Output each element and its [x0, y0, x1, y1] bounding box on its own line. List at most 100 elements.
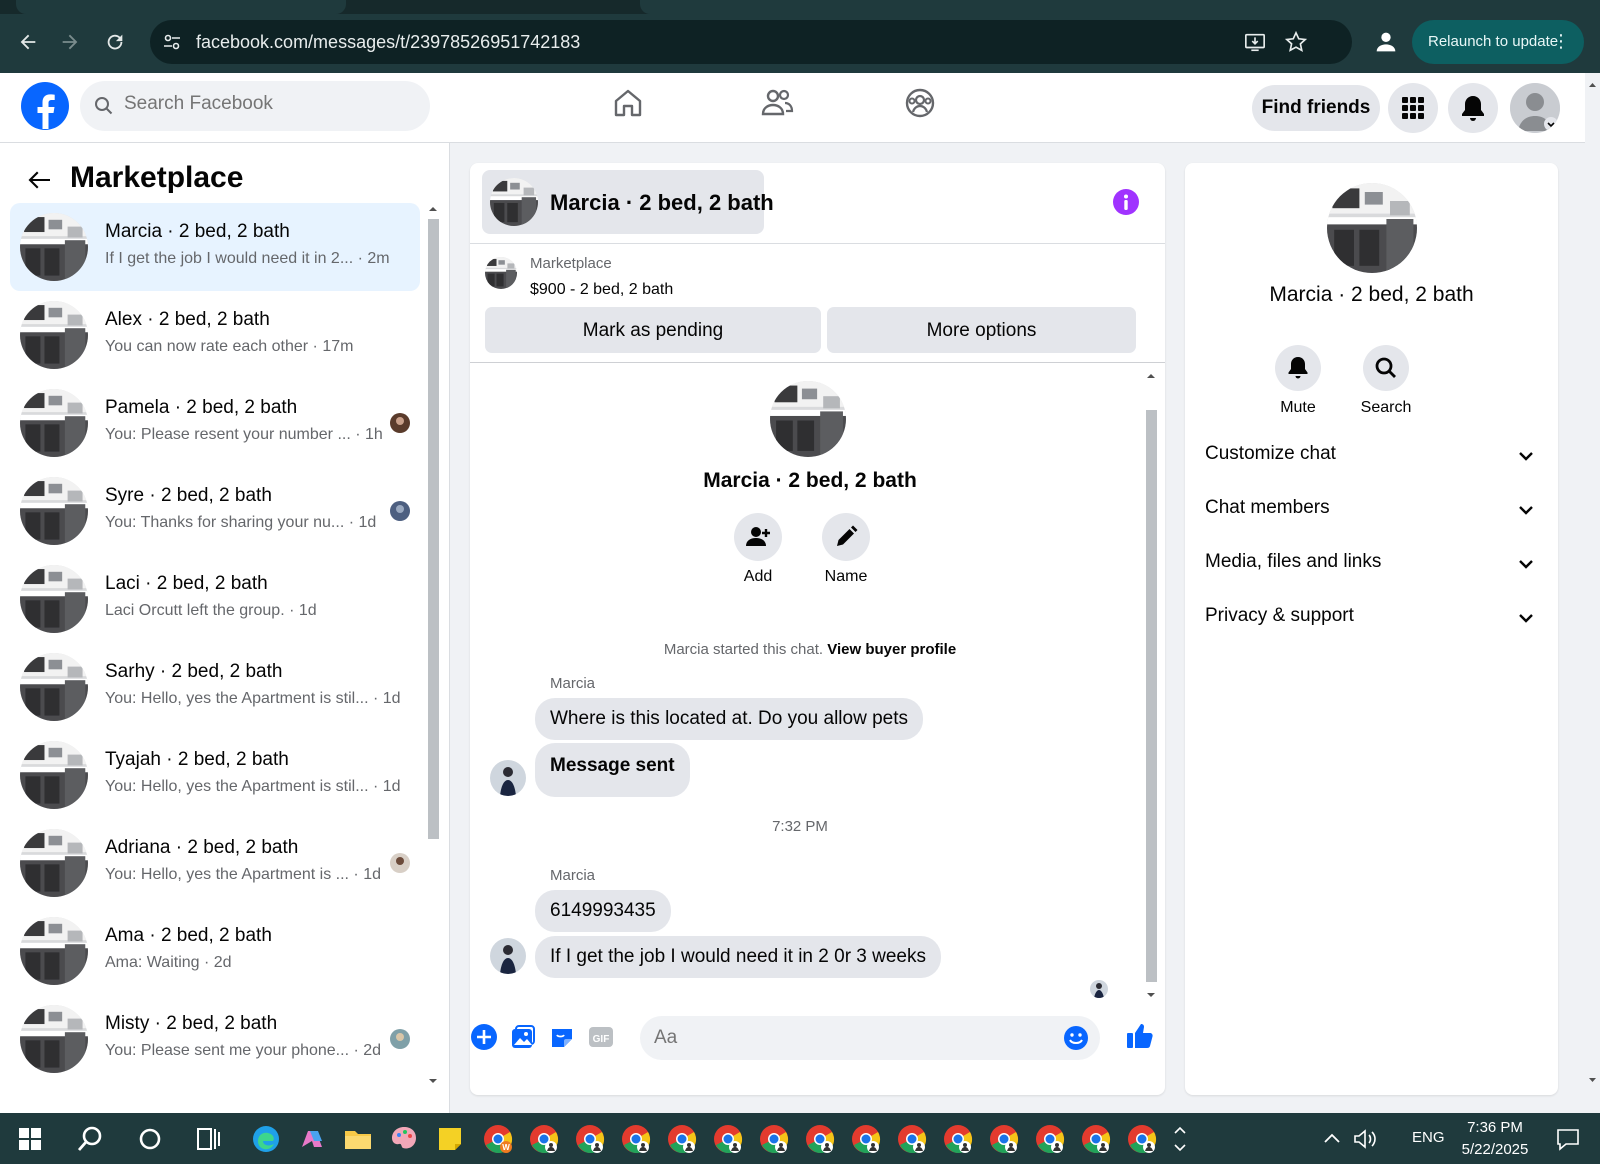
- facebook-logo-icon[interactable]: [20, 81, 70, 131]
- account-avatar[interactable]: [1510, 83, 1560, 133]
- address-bar[interactable]: facebook.com/messages/t/2397852695174218…: [150, 20, 1352, 64]
- conversation-item[interactable]: Adriana · 2 bed, 2 bath You: Hello, yes …: [10, 819, 420, 907]
- chrome-icon[interactable]: [896, 1123, 928, 1155]
- bookmark-star-icon[interactable]: [1284, 30, 1308, 53]
- mute-bell-icon[interactable]: [1275, 345, 1321, 391]
- conversation-item[interactable]: Sarhy · 2 bed, 2 bath You: Hello, yes th…: [10, 643, 420, 731]
- edge-browser-icon[interactable]: [250, 1123, 282, 1155]
- chrome-icon[interactable]: [758, 1123, 790, 1155]
- customize-chat-section[interactable]: Customize chat: [1205, 435, 1545, 475]
- system-clock[interactable]: 7:36 PM 5/22/2025: [1450, 1117, 1540, 1161]
- chat-header-button[interactable]: Marcia · 2 bed, 2 bath: [482, 170, 774, 234]
- chrome-icon[interactable]: [1080, 1123, 1112, 1155]
- message-bubble[interactable]: 6149993435: [535, 890, 671, 932]
- sidebar-scrollbar[interactable]: [425, 201, 441, 1091]
- site-settings-icon[interactable]: [162, 32, 182, 52]
- chrome-icon[interactable]: [942, 1123, 974, 1155]
- reload-icon[interactable]: [101, 28, 129, 56]
- message-bubble[interactable]: If I get the job I would need it in 2 0r…: [535, 936, 942, 978]
- task-view-icon[interactable]: [192, 1123, 224, 1155]
- find-friends-button[interactable]: Find friends: [1252, 85, 1380, 131]
- search-input[interactable]: [124, 93, 414, 115]
- search-icon[interactable]: [74, 1123, 106, 1155]
- relaunch-to-update-button[interactable]: Relaunch to update ⋮: [1412, 20, 1584, 64]
- message-composer[interactable]: [640, 1016, 1100, 1060]
- chrome-icon[interactable]: [1034, 1123, 1066, 1155]
- chat-members-section[interactable]: Chat members: [1205, 489, 1545, 529]
- notifications-bell-icon[interactable]: [1448, 83, 1498, 133]
- copilot-icon[interactable]: [296, 1123, 328, 1155]
- gif-icon[interactable]: GIF: [587, 1023, 615, 1051]
- cortana-circle-icon[interactable]: [134, 1123, 166, 1155]
- groups-icon[interactable]: [904, 87, 944, 127]
- pencil-icon[interactable]: [822, 513, 870, 561]
- chrome-icon[interactable]: [712, 1123, 744, 1155]
- browser-tab[interactable]: [16, 0, 346, 14]
- chrome-icon[interactable]: W: [482, 1123, 514, 1155]
- more-menu-icon[interactable]: ⋮: [1552, 31, 1570, 52]
- chrome-icon[interactable]: [666, 1123, 698, 1155]
- chat-scrollbar[interactable]: [1143, 368, 1159, 1003]
- windows-start-icon[interactable]: [14, 1123, 46, 1155]
- chrome-icon[interactable]: [850, 1123, 882, 1155]
- install-app-icon[interactable]: [1244, 31, 1266, 53]
- photo-icon[interactable]: [509, 1023, 537, 1051]
- paint-icon[interactable]: [388, 1123, 420, 1155]
- facebook-search-box[interactable]: [80, 81, 430, 131]
- listing-thumbnail: [20, 917, 88, 985]
- message-input[interactable]: [654, 1027, 1034, 1049]
- message-bubble[interactable]: Where is this located at. Do you allow p…: [535, 698, 924, 740]
- conversation-item[interactable]: Misty · 2 bed, 2 bath You: Please sent m…: [10, 995, 420, 1083]
- back-arrow-icon[interactable]: [24, 165, 54, 195]
- notification-center-icon[interactable]: [1552, 1123, 1584, 1155]
- page-scrollbar[interactable]: [1585, 73, 1600, 1113]
- listing-thumbnail: [20, 829, 88, 897]
- taskbar-overflow-icon[interactable]: [1172, 1123, 1188, 1155]
- search-icon[interactable]: [1363, 345, 1409, 391]
- chrome-icon[interactable]: [528, 1123, 560, 1155]
- plus-circle-icon[interactable]: [470, 1023, 498, 1051]
- chrome-icon[interactable]: [574, 1123, 606, 1155]
- chat-scroll-thumb[interactable]: [1146, 410, 1157, 982]
- privacy-support-section[interactable]: Privacy & support: [1205, 597, 1545, 637]
- mute-label: Mute: [1280, 399, 1316, 416]
- chrome-icon[interactable]: [620, 1123, 652, 1155]
- add-person-button[interactable]: [734, 513, 782, 561]
- media-files-links-section[interactable]: Media, files and links: [1205, 543, 1545, 583]
- conversation-item[interactable]: Ama · 2 bed, 2 bath Ama: Waiting · 2d: [10, 907, 420, 995]
- url-text[interactable]: facebook.com/messages/t/2397852695174218…: [196, 32, 580, 53]
- friends-icon[interactable]: [760, 87, 800, 127]
- sticker-icon[interactable]: [548, 1023, 576, 1051]
- thumbs-up-icon[interactable]: [1125, 1021, 1155, 1051]
- forward-icon[interactable]: [56, 28, 84, 56]
- conversation-item[interactable]: Marcia · 2 bed, 2 bath If I get the job …: [10, 203, 420, 291]
- input-language[interactable]: ENG: [1412, 1129, 1445, 1146]
- show-hidden-icons-chevron-icon[interactable]: [1318, 1123, 1346, 1155]
- conversation-item[interactable]: Syre · 2 bed, 2 bath You: Thanks for sha…: [10, 467, 420, 555]
- conversation-item[interactable]: Laci · 2 bed, 2 bath Laci Orcutt left th…: [10, 555, 420, 643]
- file-explorer-icon[interactable]: [342, 1123, 374, 1155]
- conversation-item[interactable]: Pamela · 2 bed, 2 bath You: Please resen…: [10, 379, 420, 467]
- home-icon[interactable]: [612, 87, 652, 127]
- message-bubble[interactable]: Message sent: [535, 743, 690, 797]
- conversation-snippet: If I get the job I would need it in 2...…: [105, 250, 390, 267]
- more-options-button[interactable]: More options: [827, 307, 1136, 353]
- emoji-icon[interactable]: [1062, 1024, 1090, 1052]
- browser-profile-icon[interactable]: [1372, 28, 1400, 56]
- sender-avatar[interactable]: [490, 938, 526, 974]
- chrome-icon[interactable]: [804, 1123, 836, 1155]
- conversation-info-icon[interactable]: [1112, 188, 1140, 216]
- sidebar-scroll-thumb[interactable]: [428, 219, 439, 839]
- sticky-notes-icon[interactable]: [434, 1123, 466, 1155]
- conversation-item[interactable]: Tyajah · 2 bed, 2 bath You: Hello, yes t…: [10, 731, 420, 819]
- mark-as-pending-button[interactable]: Mark as pending: [485, 307, 821, 353]
- back-icon[interactable]: [14, 28, 42, 56]
- view-buyer-profile-link[interactable]: View buyer profile: [827, 641, 956, 658]
- chrome-icon[interactable]: [1126, 1123, 1158, 1155]
- conversation-item[interactable]: Alex · 2 bed, 2 bath You can now rate ea…: [10, 291, 420, 379]
- sender-avatar[interactable]: [490, 760, 526, 796]
- listing-price-title[interactable]: $900 - 2 bed, 2 bath: [530, 281, 673, 299]
- menu-grid-icon[interactable]: [1388, 83, 1438, 133]
- chrome-icon[interactable]: [988, 1123, 1020, 1155]
- volume-icon[interactable]: [1350, 1123, 1382, 1155]
